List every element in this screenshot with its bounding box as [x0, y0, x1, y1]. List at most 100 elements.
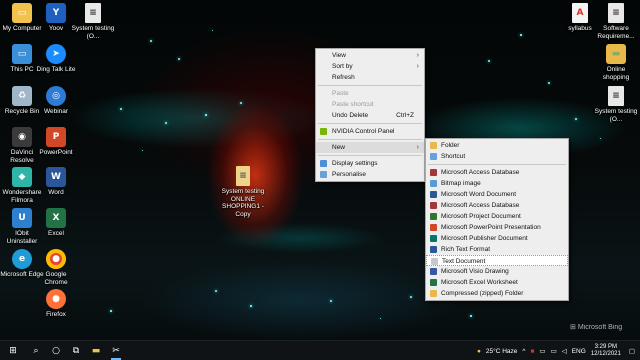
- network-icon[interactable]: ▭: [539, 347, 545, 355]
- bing-logo-icon: ⊞: [570, 324, 578, 331]
- security-icon[interactable]: ■: [530, 348, 534, 355]
- menu-item-display-settings[interactable]: Display settings: [316, 158, 424, 169]
- menu-item-refresh[interactable]: Refresh: [316, 72, 424, 83]
- taskbar-app-snipping[interactable]: ✂: [106, 341, 126, 360]
- menu-item-label: NVIDIA Control Panel: [332, 128, 395, 135]
- desktop-icon-label: Ding Talk Lite: [36, 66, 76, 73]
- menu-item-label: Display settings: [332, 160, 378, 167]
- menu-item-label: Microsoft Access Database: [441, 169, 520, 176]
- submenu-item-excel-worksheet[interactable]: Microsoft Excel Worksheet: [426, 277, 568, 288]
- desktop-icon-label: Yoov: [48, 25, 64, 32]
- desktop-icon-word[interactable]: W Word: [34, 167, 78, 197]
- weather-icon[interactable]: ●: [477, 348, 481, 355]
- document-icon: ≡: [608, 3, 624, 23]
- chevron-right-icon: ›: [416, 63, 419, 70]
- desktop-icon-google-chrome[interactable]: ● Google Chrome: [34, 249, 78, 286]
- webinar-icon: ◎: [46, 86, 66, 106]
- excel-doc-icon: [430, 279, 437, 286]
- desktop-icon-dingtalk[interactable]: ➤ Ding Talk Lite: [34, 44, 78, 74]
- desktop-icon-webinar[interactable]: ◎ Webinar: [34, 86, 78, 116]
- submenu-item-access-database[interactable]: Microsoft Access Database: [426, 167, 568, 178]
- windows-logo-icon: ⊞: [9, 345, 17, 356]
- menu-item-sort-by[interactable]: Sort by ›: [316, 61, 424, 72]
- desktop-icon-system-testing-right[interactable]: ≡ System testing (O...: [594, 86, 638, 123]
- bing-watermark: ⊞ Microsoft Bing: [570, 323, 622, 331]
- desktop-icon-system-testing[interactable]: ≡ System testing (O...: [71, 3, 115, 40]
- desktop-icon-label: Software Requireme...: [597, 25, 635, 40]
- desktop-icon-label: syllabus: [568, 25, 592, 32]
- menu-item-new[interactable]: New ›: [316, 142, 424, 153]
- submenu-item-publisher-document[interactable]: Microsoft Publisher Document: [426, 233, 568, 244]
- menu-item-label: New: [332, 144, 346, 151]
- publisher-icon: [430, 235, 437, 242]
- pdf-icon: A: [572, 3, 588, 23]
- menu-item-nvidia-control-panel[interactable]: NVIDIA Control Panel: [316, 126, 424, 137]
- desktop-icon-excel[interactable]: X Excel: [34, 208, 78, 238]
- desktop-icon-online-shopping[interactable]: ▬ Online shopping: [594, 44, 638, 81]
- menu-item-personalise[interactable]: Personalise: [316, 169, 424, 180]
- new-submenu: Folder Shortcut Microsoft Access Databas…: [425, 138, 569, 301]
- show-hidden-icons-icon[interactable]: ^: [522, 348, 525, 355]
- cortana-button[interactable]: ○: [46, 341, 66, 360]
- menu-item-label: Microsoft Word Document: [441, 191, 517, 198]
- desktop-icon-system-testing-copy[interactable]: ≡ System testing ONLINE SHOPPING1 - Copy: [221, 166, 265, 218]
- menu-item-label: Undo Delete: [332, 112, 369, 119]
- taskbar-app-explorer[interactable]: ▬: [86, 341, 106, 360]
- notifications-icon[interactable]: ▢: [629, 347, 635, 355]
- shortcut-icon: [430, 153, 437, 160]
- menu-item-label: Shortcut: [441, 153, 466, 160]
- desktop-icon-powerpoint[interactable]: P PowerPoint: [34, 127, 78, 157]
- menu-item-label: Microsoft Project Document: [441, 213, 521, 220]
- submenu-item-project-document[interactable]: Microsoft Project Document: [426, 211, 568, 222]
- submenu-item-shortcut[interactable]: Shortcut: [426, 151, 568, 162]
- menu-item-label: Paste shortcut: [332, 101, 374, 108]
- menu-item-paste-shortcut[interactable]: Paste shortcut: [316, 99, 424, 110]
- search-button[interactable]: ⌕: [26, 341, 46, 360]
- project-icon: [430, 213, 437, 220]
- menu-separator: [318, 139, 422, 140]
- menu-separator: [318, 123, 422, 124]
- desktop-icon-label: This PC: [10, 66, 34, 73]
- start-button[interactable]: ⊞: [0, 341, 26, 360]
- desktop-icon-firefox[interactable]: ● Firefox: [34, 289, 78, 319]
- volume-icon[interactable]: ◁: [562, 347, 567, 355]
- submenu-item-word-document[interactable]: Microsoft Word Document: [426, 189, 568, 200]
- iobit-uninstaller-icon: U: [12, 208, 32, 228]
- task-view-button[interactable]: ⧉: [66, 341, 86, 360]
- desktop-icon-label: Webinar: [43, 108, 69, 115]
- yoov-icon: Y: [46, 3, 66, 23]
- chevron-right-icon: ›: [416, 144, 419, 151]
- clock[interactable]: 3:29 PM 12/12/2021: [591, 344, 621, 358]
- submenu-item-compressed-folder[interactable]: Compressed (zipped) Folder: [426, 288, 568, 299]
- zip-folder-icon: [430, 290, 437, 297]
- desktop-icon-label: System testing (O...: [71, 25, 115, 40]
- battery-icon[interactable]: ▭: [551, 347, 557, 355]
- weather-text[interactable]: 25°C Haze: [486, 348, 518, 355]
- desktop-icon-label: Online shopping: [602, 66, 630, 81]
- menu-item-label: Microsoft Access Database: [441, 202, 520, 209]
- desktop-icon-software-requirements[interactable]: ≡ Software Requireme...: [594, 3, 638, 40]
- submenu-item-text-document[interactable]: Text Document: [426, 255, 568, 266]
- submenu-item-access-database-2[interactable]: Microsoft Access Database: [426, 200, 568, 211]
- desktop-icon-label: Word: [48, 189, 64, 196]
- file-explorer-icon: ▬: [91, 345, 101, 356]
- menu-item-view[interactable]: View ›: [316, 50, 424, 61]
- language-indicator[interactable]: ENG: [572, 348, 586, 355]
- document-icon: ≡: [608, 86, 624, 106]
- submenu-item-powerpoint-presentation[interactable]: Microsoft PowerPoint Presentation: [426, 222, 568, 233]
- submenu-item-folder[interactable]: Folder: [426, 140, 568, 151]
- folder-icon: ▬: [606, 44, 626, 64]
- menu-item-undo-delete[interactable]: Undo Delete Ctrl+Z: [316, 110, 424, 121]
- access-icon: [430, 169, 437, 176]
- menu-item-paste[interactable]: Paste: [316, 88, 424, 99]
- watermark-text: Microsoft Bing: [577, 324, 623, 331]
- this-pc-icon: ▭: [12, 44, 32, 64]
- document-icon: ≡: [236, 166, 250, 186]
- excel-icon: X: [46, 208, 66, 228]
- submenu-item-visio-drawing[interactable]: Microsoft Visio Drawing: [426, 266, 568, 277]
- menu-item-label: Refresh: [332, 74, 355, 81]
- submenu-item-rich-text-format[interactable]: Rich Text Format: [426, 244, 568, 255]
- menu-item-label: Microsoft Publisher Document: [441, 235, 528, 242]
- display-settings-icon: [320, 160, 327, 167]
- submenu-item-bitmap-image[interactable]: Bitmap image: [426, 178, 568, 189]
